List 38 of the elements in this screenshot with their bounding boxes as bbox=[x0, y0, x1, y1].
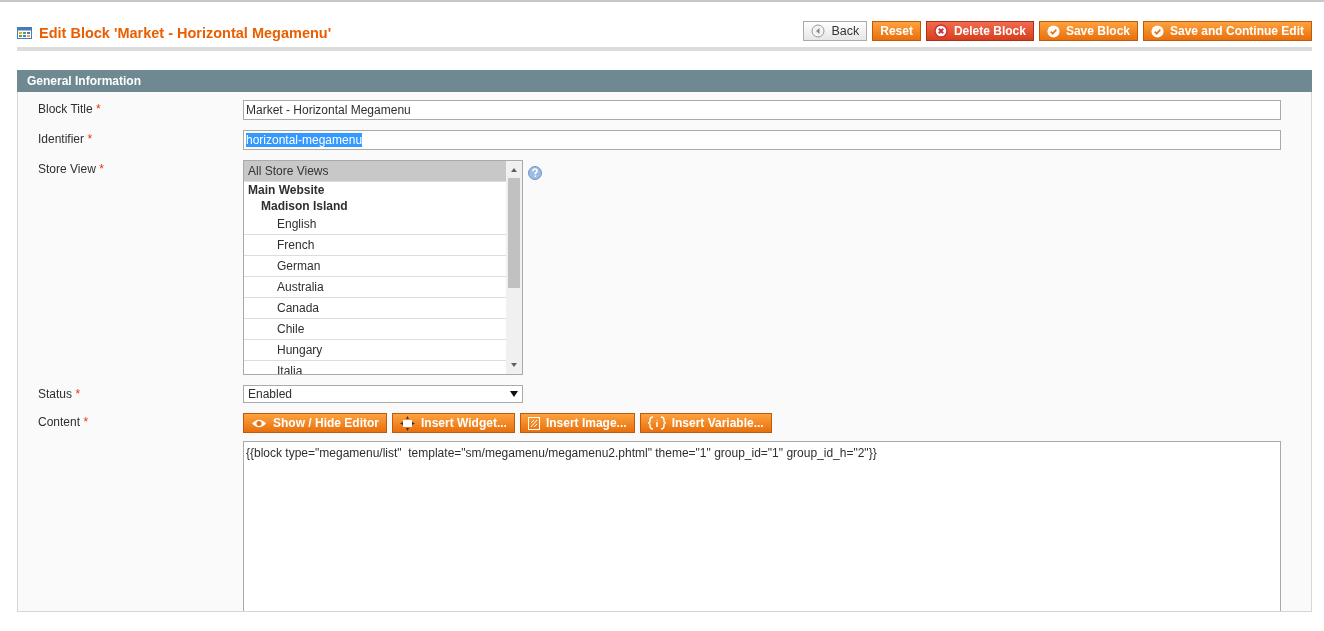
section-header: General Information bbox=[17, 70, 1312, 92]
checkmark-icon bbox=[1151, 24, 1164, 38]
delete-button[interactable]: Delete Block bbox=[925, 21, 1034, 41]
required-asterisk: * bbox=[75, 387, 81, 401]
listbox-option[interactable]: English bbox=[244, 214, 506, 235]
close-icon bbox=[933, 24, 948, 38]
required-asterisk: * bbox=[96, 102, 101, 116]
back-button[interactable]: Back bbox=[803, 21, 868, 41]
title-field[interactable]: Market - Horizontal Megamenu bbox=[243, 100, 1281, 120]
scrollbar-drawing[interactable] bbox=[506, 161, 522, 374]
listbox-option[interactable]: Australia bbox=[244, 277, 506, 298]
listbox-option[interactable]: Chile bbox=[244, 319, 506, 340]
page-title: Edit Block 'Market - Horizontal Megamenu' bbox=[39, 25, 332, 41]
listbox-option[interactable]: Canada bbox=[244, 298, 506, 319]
content-textarea[interactable]: {{block type="megamenu/list" template="sm/megamenu/megamenu2.phtml" theme="1" group_id="1" group_id_h="2"}} bbox=[243, 441, 1281, 611]
checkmark-icon bbox=[1046, 24, 1060, 38]
dropdown-arrow-icon bbox=[510, 391, 518, 397]
required-asterisk: * bbox=[87, 132, 93, 146]
required-asterisk: * bbox=[99, 162, 104, 176]
required-asterisk: * bbox=[83, 415, 89, 429]
field-label: Block Title bbox=[38, 102, 93, 116]
option-group-label: Madison Island bbox=[260, 198, 349, 214]
field-label: Identifier bbox=[38, 132, 85, 146]
listbox-option[interactable]: German bbox=[244, 256, 506, 277]
variable-icon bbox=[647, 416, 666, 430]
field-label: Content bbox=[38, 415, 81, 429]
grid-icon bbox=[17, 27, 32, 39]
option-group-label: Main Website bbox=[247, 182, 326, 198]
listbox-option[interactable]: French bbox=[244, 235, 506, 256]
field-label: Status bbox=[38, 387, 73, 401]
eye-icon bbox=[251, 417, 267, 429]
listbox-option[interactable]: All Store Views bbox=[244, 161, 506, 182]
status-dropdown[interactable]: Enabled bbox=[243, 385, 523, 403]
image-icon bbox=[527, 416, 540, 430]
field-label: Store View bbox=[38, 162, 96, 176]
help-icon[interactable] bbox=[528, 166, 542, 180]
widget-icon bbox=[400, 415, 415, 431]
listbox-option[interactable]: Hungary bbox=[244, 340, 506, 361]
